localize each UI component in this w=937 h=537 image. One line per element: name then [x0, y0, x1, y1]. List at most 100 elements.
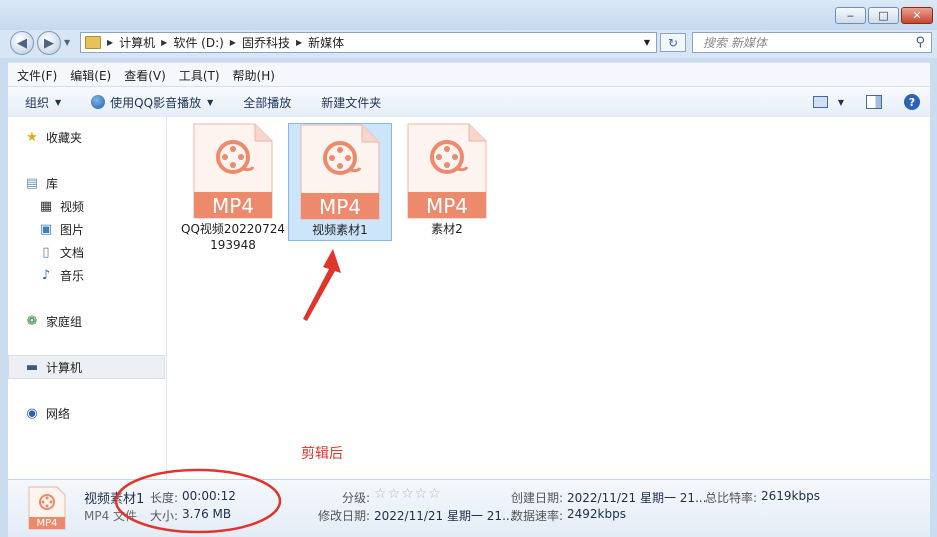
menu-tools[interactable]: 工具(T) [179, 67, 220, 84]
qq-player-icon [91, 95, 106, 109]
address-dropdown-icon[interactable]: ▼ [644, 38, 650, 47]
library-icon: ▤ [25, 176, 39, 191]
menu-file[interactable]: 文件(F) [17, 67, 57, 84]
star-icon: ★ [26, 130, 38, 145]
play-all-button[interactable]: 全部播放 [243, 94, 291, 111]
picture-icon: ▣ [39, 222, 53, 237]
nav-documents[interactable]: ▯ 文档 [38, 244, 84, 261]
file-icon-label: MP4 [425, 194, 469, 218]
nav-homegroup[interactable]: ❁ 家庭组 [24, 313, 82, 330]
file-name: 视频素材1 [312, 223, 368, 237]
file-item[interactable]: MP4 素材2 [395, 123, 499, 241]
nav-network[interactable]: ◉ 网络 [24, 405, 70, 422]
menu-help[interactable]: 帮助(H) [233, 67, 275, 84]
navigation-pane: ★ 收藏夹 ▤ 库 ▦ 视频 ▣ 图片 ▯ 文档 ♪ 音乐 ❁ 家庭组 ▬ 计算机 ◉ 网络 [8, 117, 167, 479]
details-created-value: 2022/11/21 星期一 21... [567, 491, 707, 505]
film-icon: ▦ [39, 199, 53, 214]
network-icon: ◉ [26, 406, 38, 421]
nav-documents-label: 文档 [60, 246, 85, 260]
nav-pictures[interactable]: ▣ 图片 [38, 221, 84, 238]
mp4-file-icon: MP4 [193, 123, 273, 219]
file-list: MP4 QQ视频20220724193948 MP4 视频素材1 MP4 素材2… [167, 117, 930, 479]
details-bitrate-value: 2619kbps [761, 489, 820, 503]
help-button[interactable]: ? [904, 94, 920, 110]
menu-view[interactable]: 查看(V) [124, 67, 166, 84]
organize-button[interactable]: 组织 ▼ [25, 94, 61, 111]
file-item-selected[interactable]: MP4 视频素材1 [288, 123, 392, 241]
new-folder-button[interactable]: 新建文件夹 [321, 94, 381, 111]
file-item[interactable]: MP4 QQ视频20220724193948 [181, 123, 285, 273]
nav-favorites-label: 收藏夹 [46, 131, 83, 145]
file-name: 素材2 [431, 222, 463, 236]
red-arrow-annotation [303, 249, 341, 321]
search-icon[interactable]: ⚲ [915, 35, 925, 50]
details-modified-value: 2022/11/21 星期一 21... [374, 509, 514, 523]
mp4-file-icon: MP4 [407, 123, 487, 219]
breadcrumb-drive-d[interactable]: 软件 (D:) [173, 34, 223, 51]
red-ellipse-annotation [114, 468, 282, 534]
file-icon-label: MP4 [318, 195, 362, 219]
breadcrumb-new-media[interactable]: 新媒体 [308, 34, 344, 51]
chevron-down-icon: ▼ [837, 97, 844, 107]
details-icon-label: MP4 [36, 518, 58, 529]
details-datarate-value: 2492kbps [567, 507, 626, 521]
nav-library[interactable]: ▤ 库 [24, 175, 58, 192]
view-options-button[interactable]: ▼ [812, 96, 844, 108]
nav-videos-label: 视频 [60, 200, 85, 214]
nav-library-label: 库 [46, 177, 59, 191]
refresh-icon: ↻ [667, 35, 679, 50]
nav-music[interactable]: ♪ 音乐 [38, 267, 84, 284]
address-bar[interactable]: ▶ 计算机 ▶ 软件 (D:) ▶ 固乔科技 ▶ 新媒体 ▼ [80, 32, 657, 53]
organize-label: 组织 [25, 95, 50, 110]
details-bitrate-label: 总比特率: [705, 491, 758, 505]
play-with-qq-button[interactable]: 使用QQ影音播放 ▼ [91, 94, 213, 111]
minimize-button[interactable]: ‒ [835, 7, 866, 24]
menu-edit[interactable]: 编辑(E) [70, 67, 111, 84]
nav-computer[interactable]: ▬ 计算机 [24, 359, 82, 376]
nav-pictures-label: 图片 [60, 223, 85, 237]
details-pane: MP4 视频素材1 MP4 文件 长度: 00:00:12 大小: 3.76 M… [8, 468, 930, 537]
forward-button[interactable]: ▶ [37, 31, 61, 55]
maximize-button[interactable]: □ [868, 7, 899, 24]
search-placeholder: 搜索 新媒体 [703, 36, 767, 50]
details-created-label: 创建日期: [511, 491, 564, 505]
help-icon: ? [904, 94, 920, 110]
mp4-file-icon: MP4 [28, 486, 66, 530]
command-bar: 组织 ▼ 使用QQ影音播放 ▼ 全部播放 新建文件夹 ▼ ? [8, 86, 930, 118]
chevron-down-icon: ▼ [55, 97, 62, 107]
rating-stars[interactable]: ☆☆☆☆☆ [374, 486, 442, 502]
recent-pages-dropdown[interactable]: ▼ [64, 38, 70, 47]
nav-homegroup-label: 家庭组 [46, 315, 83, 329]
breadcrumb-separator-icon: ▶ [229, 38, 236, 47]
nav-music-label: 音乐 [60, 269, 85, 283]
play-with-label: 使用QQ影音播放 [110, 95, 202, 110]
music-note-icon: ♪ [41, 268, 51, 283]
arrow-right-icon: ▶ [44, 35, 54, 51]
breadcrumb-computer[interactable]: 计算机 [119, 34, 155, 51]
menu-bar: 文件(F) 编辑(E) 查看(V) 工具(T) 帮助(H) [8, 62, 930, 87]
breadcrumb-separator-icon: ▶ [107, 38, 114, 47]
title-bar [0, 0, 937, 30]
computer-icon: ▬ [25, 360, 39, 375]
annotation-text: 剪辑后 [301, 446, 343, 462]
folder-icon [85, 36, 101, 49]
nav-computer-label: 计算机 [46, 361, 83, 375]
nav-videos[interactable]: ▦ 视频 [38, 198, 84, 215]
view-icon [812, 96, 828, 108]
details-modified-label: 修改日期: [318, 509, 371, 523]
chevron-down-icon: ▼ [207, 97, 214, 107]
breadcrumb-separator-icon: ▶ [295, 38, 303, 47]
details-rating-label: 分级: [342, 491, 371, 505]
nav-favorites[interactable]: ★ 收藏夹 [24, 129, 82, 146]
details-datarate-label: 数据速率: [511, 509, 564, 523]
preview-pane-button[interactable] [866, 95, 882, 109]
close-button[interactable]: ✕ [901, 7, 933, 24]
back-button[interactable]: ◀ [10, 31, 34, 55]
mp4-file-icon: MP4 [300, 124, 380, 220]
breadcrumb-separator-icon: ▶ [161, 38, 168, 47]
search-input[interactable]: 搜索 新媒体 ⚲ [692, 32, 932, 53]
file-name: QQ视频20220724193948 [181, 222, 285, 252]
refresh-button[interactable]: ↻ [660, 33, 686, 52]
breadcrumb-guqiao[interactable]: 固乔科技 [242, 34, 290, 51]
preview-pane-icon [866, 95, 882, 109]
